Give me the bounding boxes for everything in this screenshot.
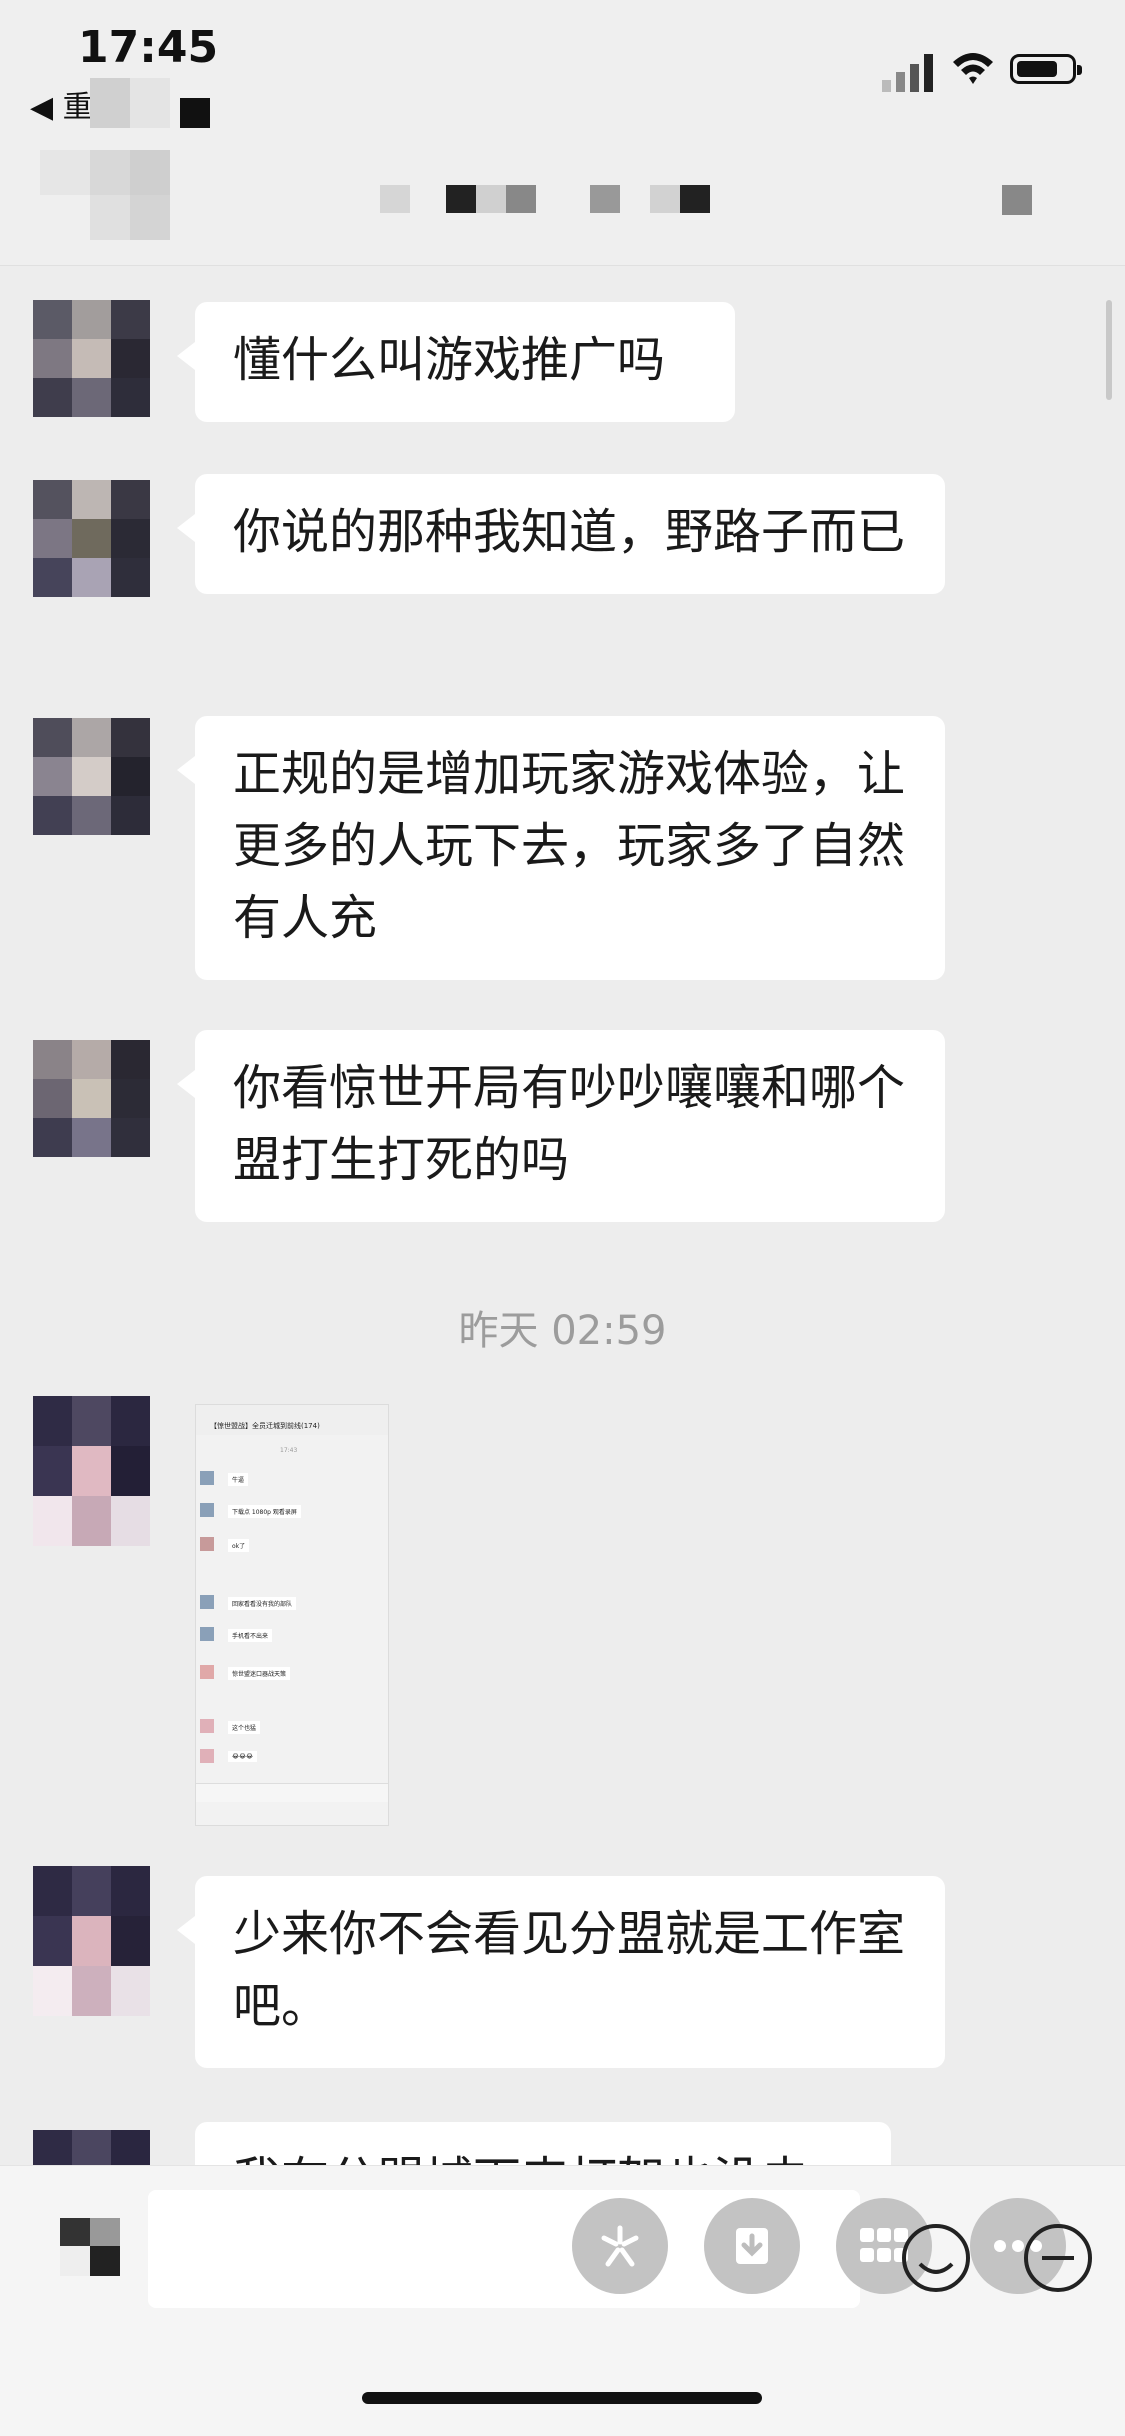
battery-icon [1010,54,1082,84]
thumb-message: 手机看不出来 [200,1623,380,1653]
pixelated-back-button[interactable] [40,150,180,240]
avatar[interactable] [33,300,150,417]
message-bubble[interactable]: 少来你不会看见分盟就是工作室吧。 [177,1876,945,2068]
download-icon [736,2228,768,2264]
thumb-message: 惊世盟迷口器战天策 [200,1661,380,1691]
chat-nav-bar [0,130,1125,266]
fab-button[interactable] [704,2198,800,2294]
thumb-message: 回家看看没有我的部队 [200,1591,380,1621]
avatar[interactable] [33,1866,150,2016]
pixelated-voice-button[interactable] [60,2218,122,2278]
pixelated-chat-title [380,185,720,215]
thumb-chat-title: 【惊世盟战】全员迁城到前线(174) [210,1422,320,1430]
fab-button[interactable] [572,2198,668,2294]
cellular-signal-icon [882,54,933,92]
avatar[interactable] [33,1396,150,1546]
thumb-message: ok了 [200,1533,380,1563]
status-time: 17:45 [78,22,219,73]
home-indicator[interactable] [362,2392,762,2404]
thumb-input-bar [196,1783,388,1802]
wifi-icon [953,53,993,84]
emoji-icon[interactable] [900,2222,972,2294]
scrollbar[interactable] [1106,300,1112,400]
thumb-message: 牛逼 [200,1467,380,1497]
message-bubble[interactable]: 你看惊世开局有吵吵嚷嚷和哪个盟打生打死的吗 [177,1030,945,1222]
message-bubble[interactable]: 正规的是增加玩家游戏体验，让更多的人玩下去，玩家多了自然有人充 [177,716,945,980]
message-timestamp: 昨天 02:59 [458,1308,667,1354]
message-bubble[interactable]: 你说的那种我知道，野路子而已 [177,474,945,594]
thumb-message: 这个也猛 [200,1715,380,1745]
pixelated-more-button[interactable] [1002,185,1032,215]
chat-screen: 17:45 ◀ 重 懂什么叫游戏推广吗 你说的那种我知道，野路子而已 正规的是增… [0,0,1125,2436]
message-bubble[interactable]: 懂什么叫游戏推广吗 [177,302,735,422]
star-burst-icon [601,2225,639,2267]
back-to-app-link[interactable]: ◀ 重 [30,82,93,126]
battery-level [1017,61,1057,77]
image-message-thumbnail[interactable]: 【惊世盟战】全员迁城到前线(174) 17:43 牛逼 下载点 1080p 观看… [195,1404,389,1826]
thumb-message: 😂😂😂 [200,1745,380,1775]
plus-icon[interactable] [1022,2222,1094,2294]
avatar[interactable] [33,1040,150,1157]
avatar[interactable] [33,480,150,597]
thumb-time: 17:43 [280,1447,298,1454]
pixelated-app-name [90,78,210,128]
avatar[interactable] [33,2130,150,2170]
thumb-message: 下载点 1080p 观看录屏 [200,1499,380,1529]
avatar[interactable] [33,718,150,835]
status-bar: 17:45 ◀ 重 [0,0,1125,130]
